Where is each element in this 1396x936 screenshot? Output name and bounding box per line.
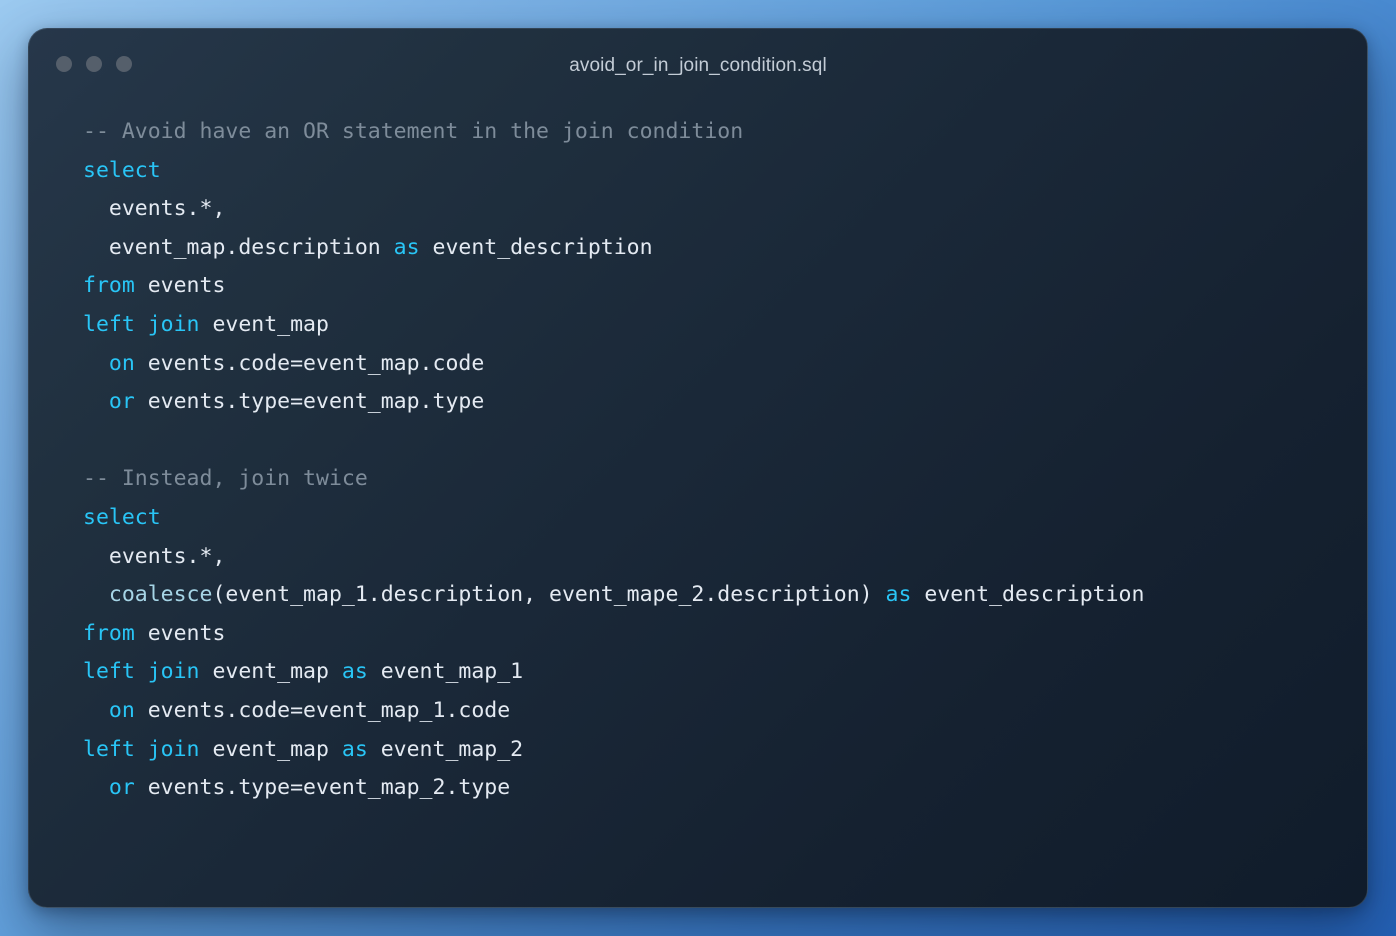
- code-token-id: event_map.description: [83, 234, 394, 260]
- code-token-id: events.code=event_map_1.code: [134, 697, 511, 723]
- code-token-id: events: [134, 273, 226, 299]
- code-token-id: events.code=event_map.code: [134, 350, 485, 376]
- code-token-id: events: [134, 620, 226, 646]
- code-line: -- Avoid have an OR statement in the joi…: [83, 113, 1367, 152]
- code-line: from events: [83, 267, 1367, 306]
- code-token-id: event_description: [911, 582, 1145, 608]
- code-token-id: event_map: [199, 311, 329, 337]
- code-block: -- Avoid have an OR statement in the joi…: [29, 113, 1367, 808]
- code-line: select: [83, 499, 1367, 538]
- code-line: or events.type=event_map_2.type: [83, 769, 1367, 808]
- code-token-fn: coalesce: [108, 582, 213, 608]
- code-token-id: events.type=event_map.type: [134, 389, 485, 415]
- code-token-cmt: -- Avoid have an OR statement in the joi…: [83, 119, 744, 144]
- code-line: coalesce(event_map_1.description, event_…: [83, 576, 1367, 615]
- code-token-kw: select: [83, 504, 161, 530]
- code-token-kw: as: [393, 234, 420, 260]
- code-line: on events.code=event_map_1.code: [83, 692, 1367, 731]
- code-token-id: events.*,: [83, 196, 226, 222]
- code-token-kw: left join: [83, 659, 200, 685]
- code-token-id: event_map_2: [367, 736, 524, 762]
- code-window: avoid_or_in_join_condition.sql -- Avoid …: [28, 28, 1368, 908]
- code-token-id: [83, 351, 109, 376]
- code-token-id: (event_map_1.description, event_mape_2.d…: [212, 582, 886, 608]
- code-line: events.*,: [83, 190, 1367, 229]
- code-token-cmt: -- Instead, join twice: [83, 466, 368, 492]
- code-token-id: events.*,: [83, 543, 226, 569]
- code-token-kw: left join: [83, 736, 200, 762]
- code-line: on events.code=event_map.code: [83, 345, 1367, 384]
- code-token-id: [83, 775, 109, 800]
- code-token-id: event_map_1: [367, 659, 524, 685]
- code-token-kw: on: [108, 697, 135, 723]
- code-token-kw: or: [108, 389, 135, 415]
- code-token-kw: on: [108, 350, 135, 376]
- code-token-kw: from: [83, 620, 135, 646]
- code-token-kw: or: [108, 775, 135, 801]
- code-token-kw: as: [341, 659, 368, 685]
- code-line: -- Instead, join twice: [83, 460, 1367, 499]
- code-token-kw: select: [83, 157, 161, 183]
- code-token-id: [83, 698, 109, 723]
- code-line: from events: [83, 615, 1367, 654]
- code-line: or events.type=event_map.type: [83, 383, 1367, 422]
- code-token-id: events.type=event_map_2.type: [134, 775, 511, 801]
- code-line: left join event_map as event_map_2: [83, 731, 1367, 770]
- code-token-kw: from: [83, 273, 135, 299]
- window-title: avoid_or_in_join_condition.sql: [569, 55, 827, 76]
- code-line: select: [83, 152, 1367, 191]
- code-token-id: event_map: [199, 736, 342, 762]
- code-token-id: event_map: [199, 659, 342, 685]
- window-titlebar: avoid_or_in_join_condition.sql: [29, 29, 1367, 113]
- code-token-kw: left join: [83, 311, 200, 337]
- code-line: left join event_map as event_map_1: [83, 653, 1367, 692]
- code-token-id: [83, 389, 109, 414]
- code-line: left join event_map: [83, 306, 1367, 345]
- code-line: event_map.description as event_descripti…: [83, 229, 1367, 268]
- code-token-kw: as: [885, 582, 912, 608]
- code-line: events.*,: [83, 538, 1367, 577]
- code-token-id: event_description: [419, 234, 653, 260]
- code-token-kw: as: [341, 736, 368, 762]
- code-token-id: [83, 582, 109, 607]
